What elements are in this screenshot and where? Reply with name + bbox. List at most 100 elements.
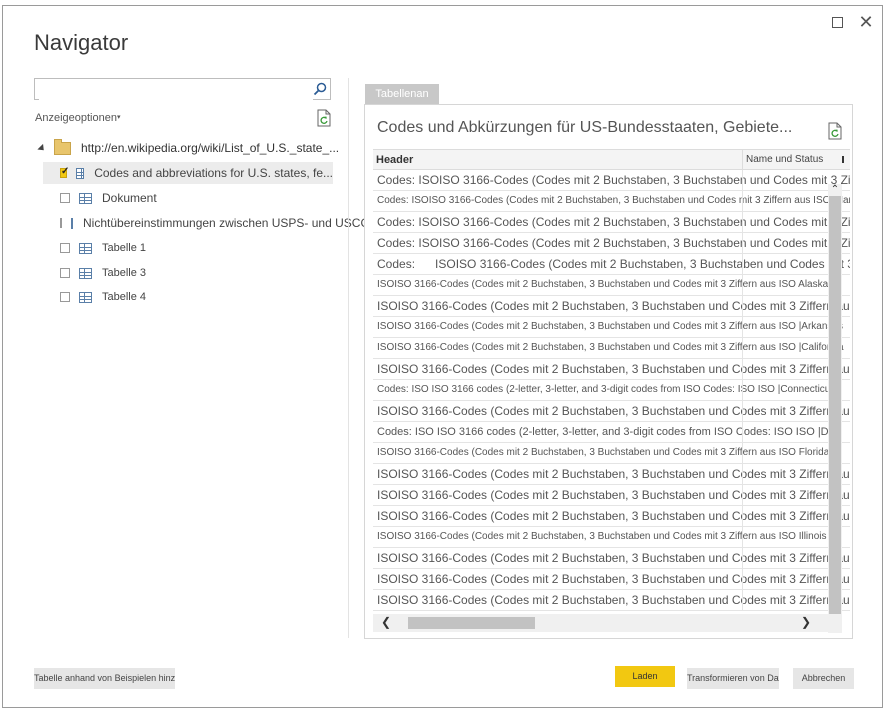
table-body: Codes: ISOISO 3166-Codes (Codes mit 2 Bu… [373,170,850,611]
dialog-title: Navigator [34,30,129,55]
table-row: ISOISO 3166-Codes (Codes mit 2 Buchstabe… [373,527,850,548]
display-options-dropdown[interactable]: Anzeigeoptionen▾ [35,112,120,124]
table-row: Codes: ISOISO 3166-Codes (Codes mit 2 Bu… [373,233,850,254]
refresh-icon[interactable] [316,109,332,127]
table-row: Codes: ISOISO 3166-Codes (Codes mit 2 Bu… [373,254,850,275]
table-icon [79,267,92,279]
table-cell: Codes: ISOISO 3166-Codes (Codes mit 2 Bu… [377,236,850,250]
table-row: ISOISO 3166-Codes (Codes mit 2 Buchstabe… [373,317,850,338]
table-row: ISOISO 3166-Codes (Codes mit 2 Buchstabe… [373,548,850,569]
search-box[interactable] [34,78,331,100]
tree-item-label: Tabelle 1 [102,242,147,254]
table-row: Codes: ISO ISO 3166 codes (2-letter, 3-l… [373,380,850,401]
tree-item-label: Tabelle 4 [102,291,147,303]
table-cell: ISOISO 3166-Codes (Codes mit 2 Buchstabe… [377,551,850,565]
vertical-scrollbar[interactable]: ⌃ ⌄ [828,184,842,633]
table-icon [79,242,92,254]
tree-root-label: http://en.wikipedia.org/wiki/List_of_U.S… [81,141,340,155]
table-cell: ISOISO 3166-Codes (Codes mit 2 Buchstabe… [377,279,829,290]
table-row: ISOISO 3166-Codes (Codes mit 2 Buchstabe… [373,359,850,380]
tree-item-tabelle-3[interactable]: Tabelle 3 [43,262,333,284]
table-cell: ISOISO 3166-Codes (Codes mit 2 Buchstabe… [377,488,850,502]
column-header-header[interactable]: Header [376,154,413,166]
table-cell: Codes: ISO ISO 3166 codes (2-letter, 3-l… [377,384,834,395]
column-header-label: Name und Status [746,154,824,165]
table-cell: ISOISO 3166-Codes (Codes mit 2 Buchstabe… [377,342,844,353]
table-row: Codes: ISOISO 3166-Codes (Codes mit 2 Bu… [373,212,850,233]
table-cell: Codes: ISOISO 3166-Codes (Codes mit 2 Bu… [377,195,850,206]
tree-item-tabelle-1[interactable]: Tabelle 1 [43,237,333,259]
table-icon [79,192,92,204]
table-cell: ISOISO 3166-Codes (Codes mit 2 Buchstabe… [377,593,850,607]
checkbox[interactable] [60,243,70,253]
tree-item-nichtuebereinstimmungen[interactable]: Nichtübereinstimmungen zwischen USPS- un… [43,212,399,234]
vertical-scroll-thumb[interactable] [829,196,841,626]
load-button[interactable]: Laden [615,666,675,687]
checkbox[interactable] [60,193,70,203]
table-cell: Codes: ISO ISO 3166 codes (2-letter, 3-l… [377,426,840,438]
navigator-dialog: Navigator ✕ Anzeigeoptionen▾ http://en.w… [2,5,883,708]
table-header-row: Header Name und Status [373,149,850,170]
table-row: Codes: ISOISO 3166-Codes (Codes mit 2 Bu… [373,170,850,191]
table-row: ISOISO 3166-Codes (Codes mit 2 Buchstabe… [373,464,850,485]
preview-title: Codes und Abkürzungen für US-Bundesstaat… [377,119,793,136]
checkbox[interactable] [60,166,69,178]
tree-item-label: Tabelle 3 [102,267,147,279]
table-row: Codes: ISO ISO 3166 codes (2-letter, 3-l… [373,422,850,443]
maximize-button[interactable] [829,14,845,30]
chevron-down-icon: ▾ [116,114,121,121]
table-cell: ISOISO 3166-Codes (Codes mit 2 Buchstabe… [377,299,850,313]
tree-item-codes-and-abbreviations[interactable]: Codes and abbreviations for U.S. states,… [43,162,333,184]
chevron-up-icon[interactable]: ⌃ [829,184,841,195]
table-icon [71,217,73,229]
table-cell: ISOISO 3166-Codes (Codes mit 2 Buchstabe… [377,509,850,523]
table-icon [79,291,92,303]
search-icon[interactable] [313,82,327,96]
table-row: ISOISO 3166-Codes (Codes mit 2 Buchstabe… [373,401,850,422]
table-row: ISOISO 3166-Codes (Codes mit 2 Buchstabe… [373,296,850,317]
table-row: ISOISO 3166-Codes (Codes mit 2 Buchstabe… [373,485,850,506]
horizontal-scrollbar[interactable]: ❮ ❯ [373,614,841,632]
table-cell: ISOISO 3166-Codes (Codes mit 2 Buchstabe… [377,362,850,376]
tree-root-node[interactable]: http://en.wikipedia.org/wiki/List_of_U.S… [37,138,340,155]
tree-item-tabelle-4[interactable]: Tabelle 4 [43,286,333,308]
table-cell: ISOISO 3166-Codes (Codes mit 2 Buchstabe… [377,404,850,418]
table-cell: ISOISO 3166-Codes (Codes mit 2 Buchstabe… [377,321,843,332]
tree-item-dokument[interactable]: Dokument [43,187,333,209]
transform-data-button[interactable]: Transformieren von Daten [687,668,779,689]
table-row: ISOISO 3166-Codes (Codes mit 2 Buchstabe… [373,338,850,359]
horizontal-scroll-thumb[interactable] [408,617,535,629]
tree-item-label: Dokument [102,191,157,205]
table-cell: ISOISO 3166-Codes (Codes mit 2 Buchstabe… [377,467,850,481]
chevron-right-icon[interactable]: ❯ [801,615,811,629]
column-header-name-status[interactable]: Name und Status [742,150,850,170]
table-row: ISOISO 3166-Codes (Codes mit 2 Buchstabe… [373,590,850,611]
preview-panel: Codes und Abkürzungen für US-Bundesstaat… [364,104,853,639]
expand-caret-icon[interactable] [37,143,47,153]
preview-refresh-icon[interactable] [827,122,843,140]
chevron-left-icon[interactable]: ❮ [381,615,391,629]
table-cell: ISOISO 3166-Codes (Codes mit 2 Buchstabe… [377,531,827,542]
close-button[interactable]: ✕ [858,13,874,31]
display-options-label: Anzeigeoptionen [35,112,117,124]
table-cell: ISOISO 3166-Codes (Codes mit 2 Buchstabe… [377,572,850,586]
table-row: ISOISO 3166-Codes (Codes mit 2 Buchstabe… [373,506,850,527]
table-cell: Codes: ISOISO 3166-Codes (Codes mit 2 Bu… [377,257,850,271]
search-input[interactable] [39,80,313,100]
table-cell: ISOISO 3166-Codes (Codes mit 2 Buchstabe… [377,447,830,458]
folder-icon [54,138,71,155]
checkbox[interactable] [60,218,62,228]
column-resize-handle[interactable] [842,156,844,163]
preview-table: Header Name und Status Codes: ISOISO 316… [373,149,850,633]
panel-divider [348,78,349,638]
cancel-button[interactable]: Abbrechen [793,668,854,689]
checkbox[interactable] [60,268,70,278]
table-row: Codes: ISOISO 3166-Codes (Codes mit 2 Bu… [373,191,850,212]
table-cell: Codes: ISOISO 3166-Codes (Codes mit 2 Bu… [377,215,850,229]
add-table-from-examples-button[interactable]: Tabelle anhand von Beispielen hinzufügen [34,668,175,689]
tab-table-view[interactable]: Tabellenan [365,84,439,104]
tree-item-label: Nichtübereinstimmungen zwischen USPS- un… [83,216,400,230]
table-row: ISOISO 3166-Codes (Codes mit 2 Buchstabe… [373,275,850,296]
table-row: ISOISO 3166-Codes (Codes mit 2 Buchstabe… [373,443,850,464]
checkbox[interactable] [60,292,70,302]
